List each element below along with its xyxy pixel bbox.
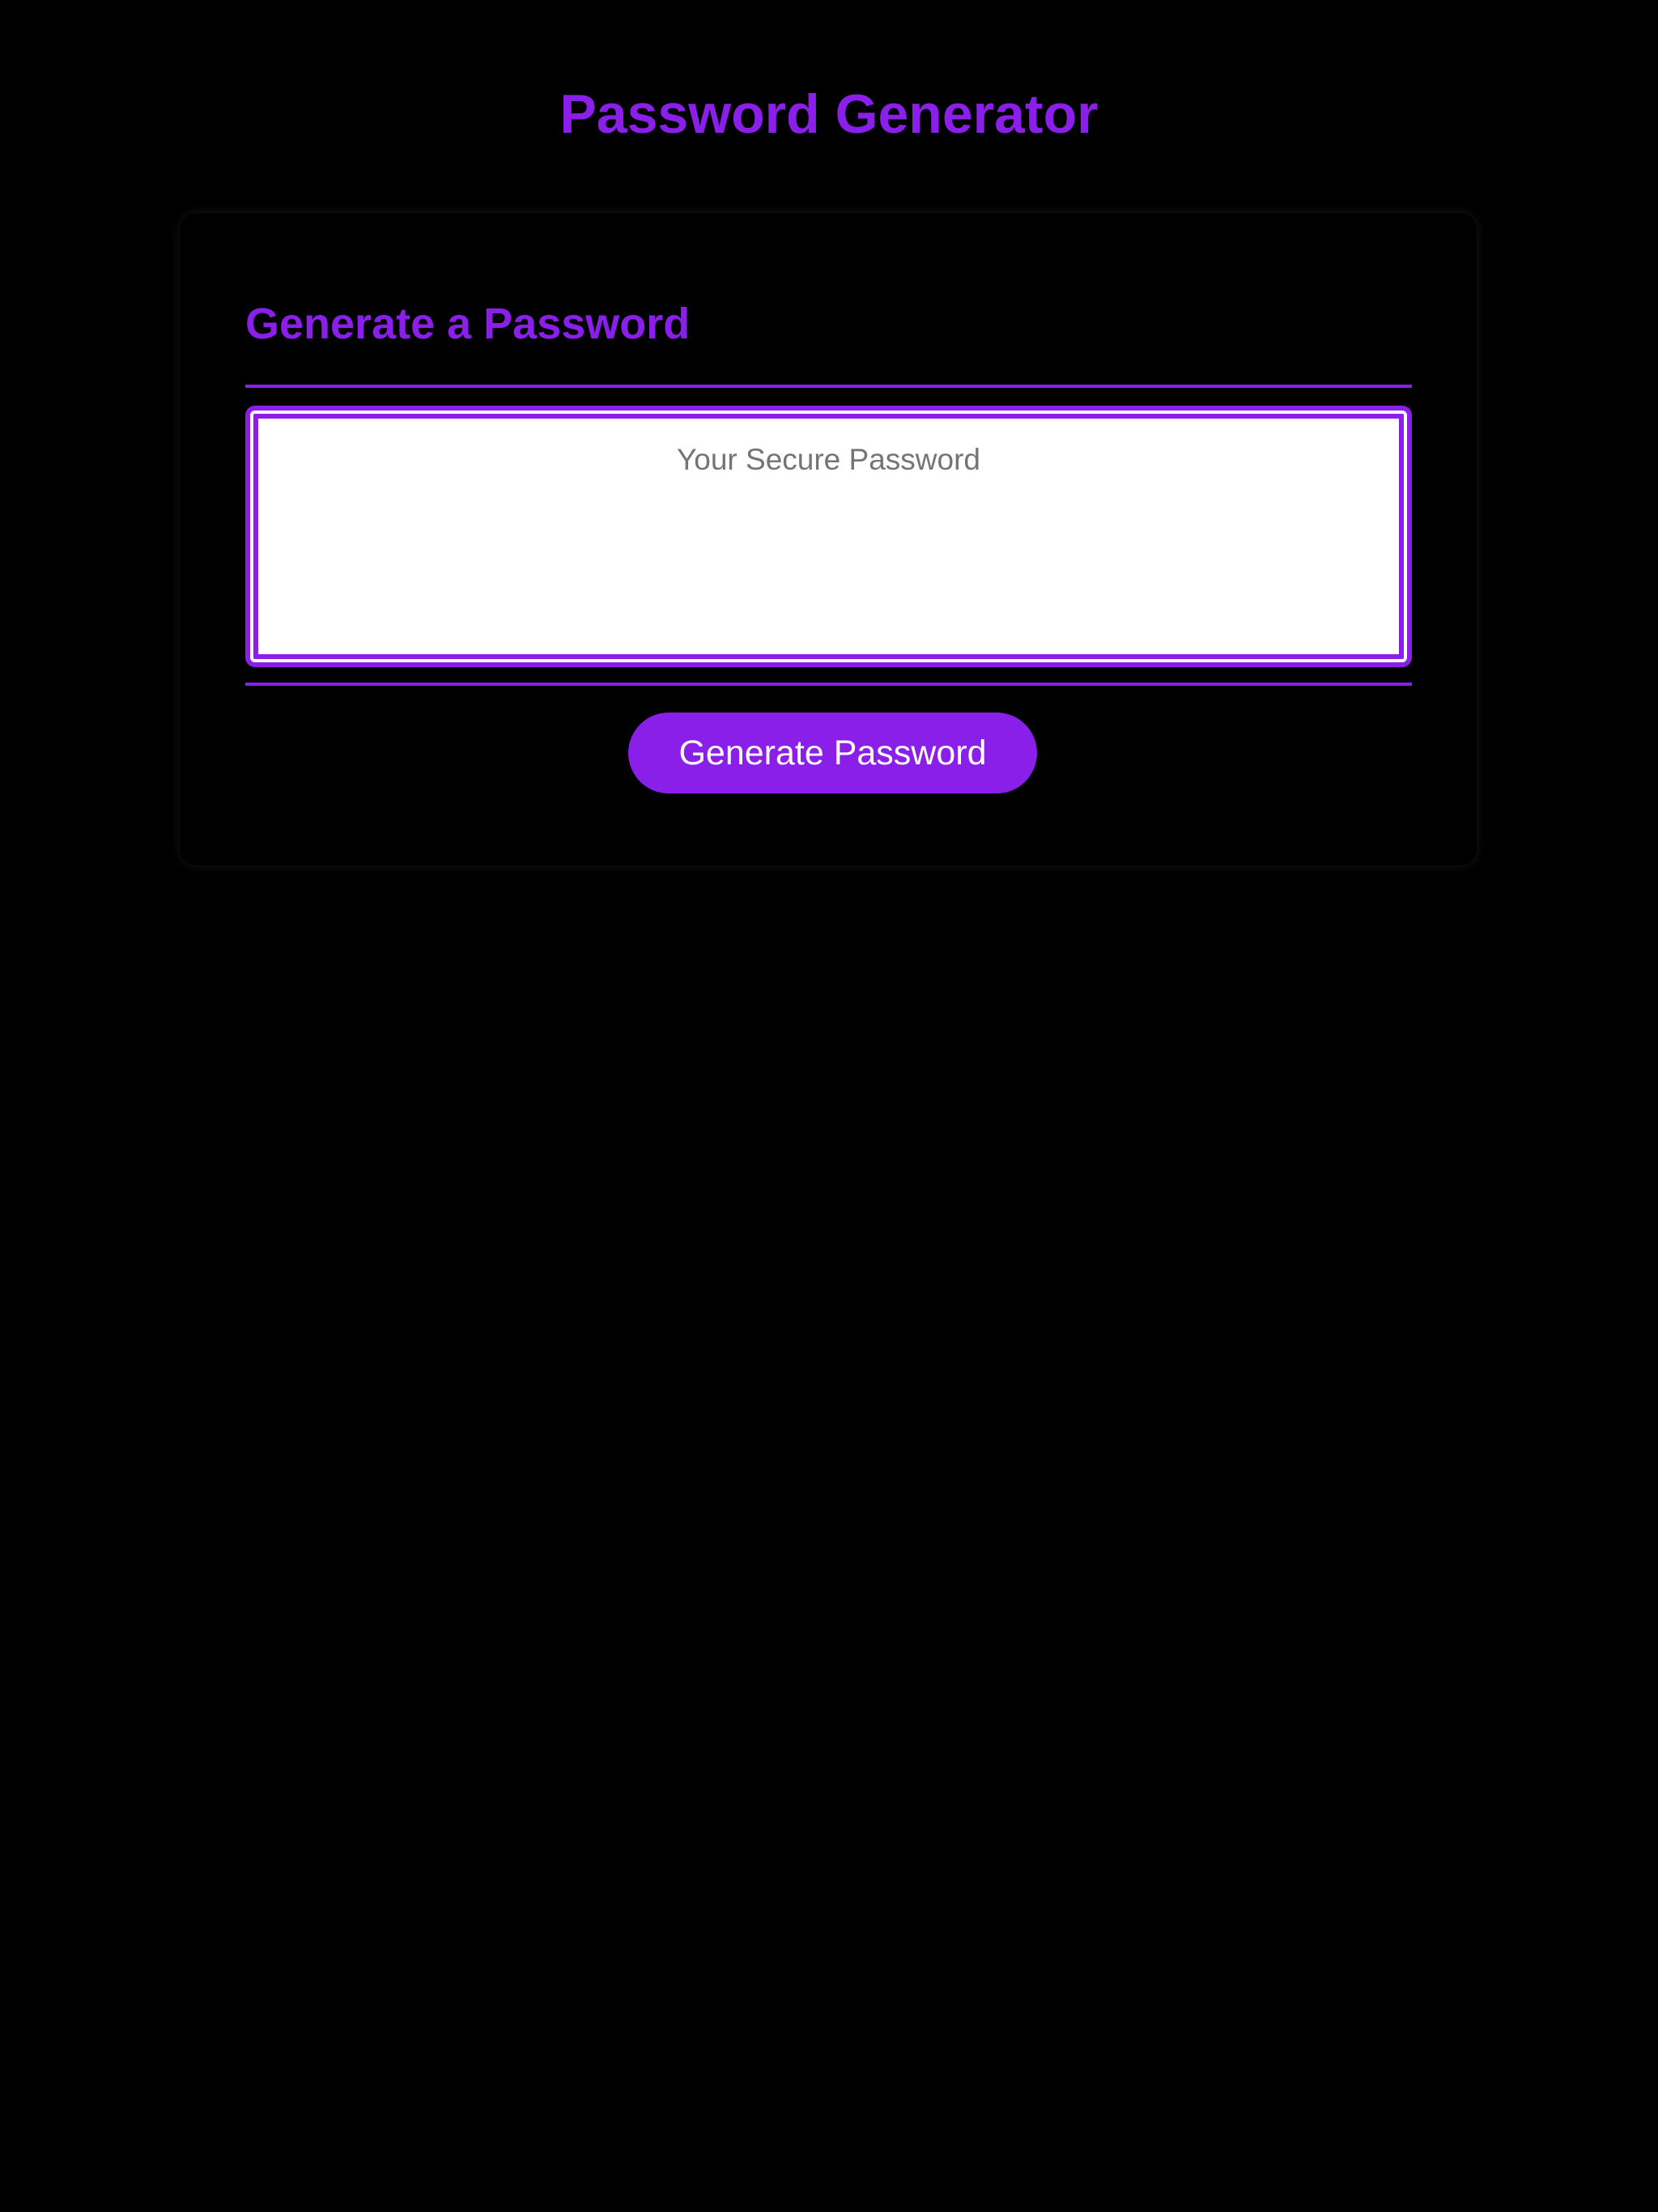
password-output-field[interactable] [253, 414, 1404, 659]
card-header-divider [245, 385, 1412, 388]
card-footer-divider [245, 683, 1412, 686]
card-title: Generate a Password [245, 300, 691, 348]
password-output-frame [245, 406, 1412, 667]
password-card: Generate a Password Generate Password [180, 213, 1477, 866]
page-title: Password Generator [559, 83, 1099, 145]
generate-password-button[interactable]: Generate Password [628, 713, 1037, 793]
